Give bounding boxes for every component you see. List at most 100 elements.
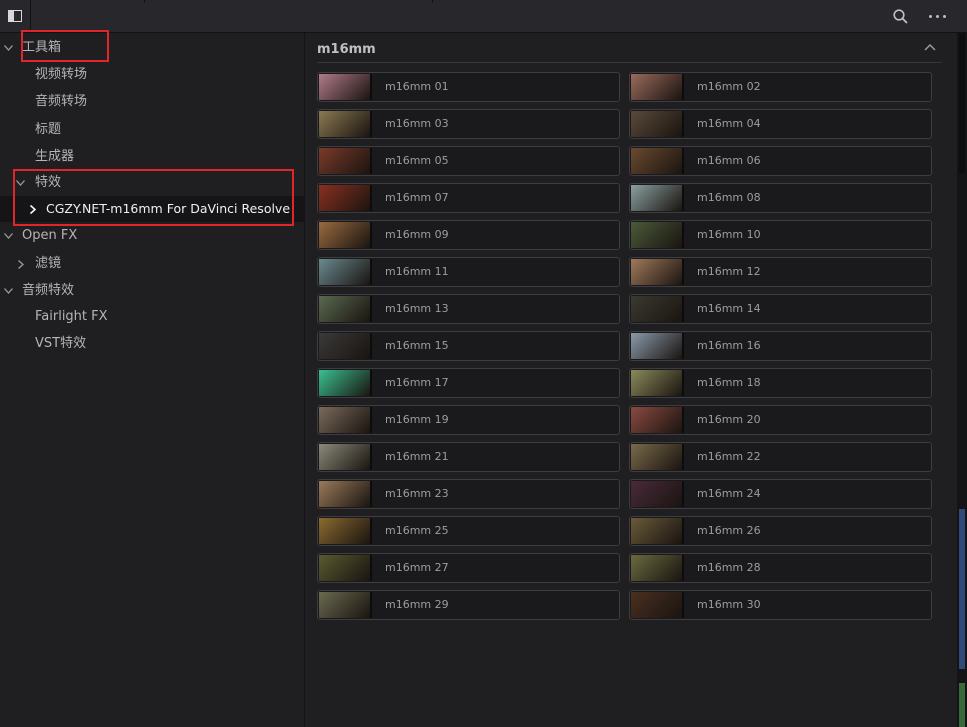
effect-tile[interactable]: m16mm 02 [629, 72, 932, 102]
chevron-down-icon[interactable] [2, 223, 14, 249]
effect-tile[interactable]: m16mm 14 [629, 294, 932, 324]
effect-tile[interactable]: m16mm 16 [629, 331, 932, 361]
effect-tile[interactable]: m16mm 26 [629, 516, 932, 546]
effect-tile-label: m16mm 22 [697, 450, 761, 463]
effect-thumbnail [631, 407, 684, 433]
tree-item-audio-transitions[interactable]: 音频转场 [0, 89, 304, 115]
tree-item-label: Fairlight FX [35, 309, 108, 324]
tree-item-audio-effects[interactable]: 音频特效 [0, 278, 304, 304]
effect-thumbnail [319, 518, 372, 544]
tree-item-label: Open FX [22, 228, 78, 243]
effect-tile-label: m16mm 04 [697, 117, 761, 130]
effect-thumbnail [319, 259, 372, 285]
effect-thumbnail [319, 481, 372, 507]
effect-tile-label: m16mm 08 [697, 191, 761, 204]
effect-tile-label: m16mm 01 [385, 80, 449, 93]
effect-thumbnail [319, 407, 372, 433]
chevron-right-icon[interactable] [15, 251, 27, 277]
effect-tile[interactable]: m16mm 24 [629, 479, 932, 509]
effect-thumbnail [319, 333, 372, 359]
chevron-down-icon[interactable] [2, 35, 14, 61]
effect-tile-label: m16mm 10 [697, 228, 761, 241]
effect-thumbnail [319, 370, 372, 396]
chevron-right-icon[interactable] [27, 196, 39, 222]
effect-tile[interactable]: m16mm 08 [629, 183, 932, 213]
effect-tile[interactable]: m16mm 20 [629, 405, 932, 435]
effect-tile[interactable]: m16mm 19 [317, 405, 620, 435]
effect-tile[interactable]: m16mm 18 [629, 368, 932, 398]
effect-tile[interactable]: m16mm 06 [629, 146, 932, 176]
effects-browser: m16mm m16mm 01 m16mm 02 m16mm 03 m16mm 04 m1… [305, 33, 957, 727]
effect-tile[interactable]: m16mm 10 [629, 220, 932, 250]
tree-item-cgzy-m16mm[interactable]: CGZY.NET-m16mm For DaVinci Resolve [0, 196, 304, 222]
effect-tile[interactable]: m16mm 27 [317, 553, 620, 583]
tree-item-generators[interactable]: 生成器 [0, 144, 304, 170]
effect-tile[interactable]: m16mm 23 [317, 479, 620, 509]
panel-toggle-icon [8, 10, 22, 22]
section-title: m16mm [317, 42, 376, 57]
effect-tile[interactable]: m16mm 03 [317, 109, 620, 139]
effect-tile[interactable]: m16mm 30 [629, 590, 932, 620]
tree-item-fairlight-fx[interactable]: Fairlight FX [0, 304, 304, 330]
effect-tile-label: m16mm 09 [385, 228, 449, 241]
effect-tile-label: m16mm 12 [697, 265, 761, 278]
effect-tile-label: m16mm 16 [697, 339, 761, 352]
effect-thumbnail [631, 555, 684, 581]
effect-tile[interactable]: m16mm 07 [317, 183, 620, 213]
effect-tile-label: m16mm 25 [385, 524, 449, 537]
chevron-down-icon[interactable] [14, 170, 26, 196]
effect-tile-label: m16mm 18 [697, 376, 761, 389]
tree-item-label: 视频转场 [35, 67, 88, 82]
effect-tile[interactable]: m16mm 15 [317, 331, 620, 361]
tree-item-label: VST特效 [35, 336, 87, 351]
tree-item-label: 音频特效 [22, 283, 75, 298]
effect-thumbnail [319, 592, 372, 618]
effect-thumbnail [319, 222, 372, 248]
tree-item-vst-effects[interactable]: VST特效 [0, 331, 304, 357]
tree-item-effects[interactable]: 特效 [0, 170, 304, 196]
effect-tile[interactable]: m16mm 21 [317, 442, 620, 472]
panel-toggle-button[interactable] [0, 0, 31, 32]
effect-tile[interactable]: m16mm 25 [317, 516, 620, 546]
tree-item-titles[interactable]: 标题 [0, 117, 304, 143]
effect-tile[interactable]: m16mm 29 [317, 590, 620, 620]
effect-thumbnail [631, 370, 684, 396]
more-options-icon[interactable] [929, 15, 947, 19]
tree-item-toolbox[interactable]: 工具箱 [0, 35, 304, 61]
effect-tile-label: m16mm 05 [385, 154, 449, 167]
effect-tile-label: m16mm 03 [385, 117, 449, 130]
tree-item-label: 音频转场 [35, 94, 88, 109]
effect-thumbnail [319, 185, 372, 211]
search-icon[interactable] [893, 9, 908, 24]
section-divider [317, 62, 942, 63]
effect-tile[interactable]: m16mm 04 [629, 109, 932, 139]
tree-item-openfx[interactable]: Open FX [0, 223, 304, 249]
tree-item-video-transitions[interactable]: 视频转场 [0, 62, 304, 88]
effect-thumbnail [631, 185, 684, 211]
tree-item-filters[interactable]: 滤镜 [0, 251, 304, 277]
effect-tile-label: m16mm 27 [385, 561, 449, 574]
tree-item-label: 滤镜 [35, 256, 62, 271]
effect-tile[interactable]: m16mm 22 [629, 442, 932, 472]
effect-thumbnail [631, 444, 684, 470]
chevron-up-icon[interactable] [924, 43, 936, 53]
effect-thumbnail [319, 444, 372, 470]
effect-thumbnail [631, 74, 684, 100]
effect-tile[interactable]: m16mm 11 [317, 257, 620, 287]
effect-tile[interactable]: m16mm 12 [629, 257, 932, 287]
effect-tile-label: m16mm 19 [385, 413, 449, 426]
effect-tile[interactable]: m16mm 17 [317, 368, 620, 398]
effect-tile-label: m16mm 07 [385, 191, 449, 204]
tree-item-label: 工具箱 [22, 40, 62, 55]
effect-tile[interactable]: m16mm 28 [629, 553, 932, 583]
scroll-strip[interactable] [957, 33, 967, 727]
tree-item-label: CGZY.NET-m16mm For DaVinci Resolve [46, 201, 291, 216]
effect-tile[interactable]: m16mm 01 [317, 72, 620, 102]
effect-tile[interactable]: m16mm 13 [317, 294, 620, 324]
effect-tile-label: m16mm 28 [697, 561, 761, 574]
effect-tile-label: m16mm 24 [697, 487, 761, 500]
effect-tile[interactable]: m16mm 05 [317, 146, 620, 176]
chevron-down-icon[interactable] [2, 278, 14, 304]
effect-tile[interactable]: m16mm 09 [317, 220, 620, 250]
tree-item-label: 标题 [35, 122, 62, 137]
